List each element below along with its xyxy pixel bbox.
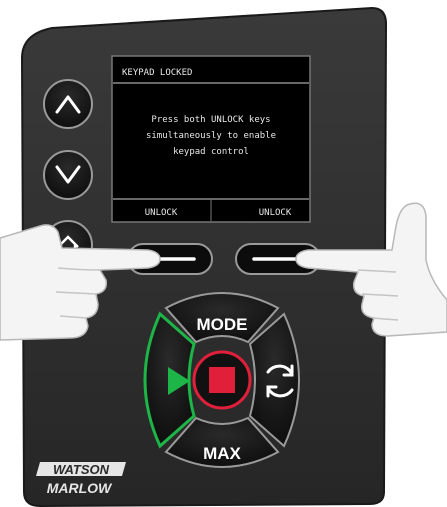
screen-message-line-3: keypad control: [173, 147, 249, 157]
screen-header: KEYPAD LOCKED: [122, 68, 192, 78]
screen-message-line-2: simultaneously to enable: [146, 131, 276, 141]
up-button[interactable]: [43, 79, 93, 129]
mode-label: MODE: [197, 315, 248, 334]
logo-marlow: MARLOW: [47, 480, 113, 496]
stop-icon: [209, 367, 235, 393]
stop-button[interactable]: [192, 350, 252, 410]
pump-keypad: KEYPAD LOCKED Press both UNLOCK keys sim…: [0, 6, 447, 507]
softkey-right-label: UNLOCK: [259, 208, 292, 218]
logo-watson: WATSON: [53, 462, 110, 477]
down-button[interactable]: [43, 150, 93, 200]
screen-message-line-1: Press both UNLOCK keys: [151, 115, 270, 125]
max-label: MAX: [203, 444, 241, 463]
softkey-left-label: UNLOCK: [145, 208, 178, 218]
